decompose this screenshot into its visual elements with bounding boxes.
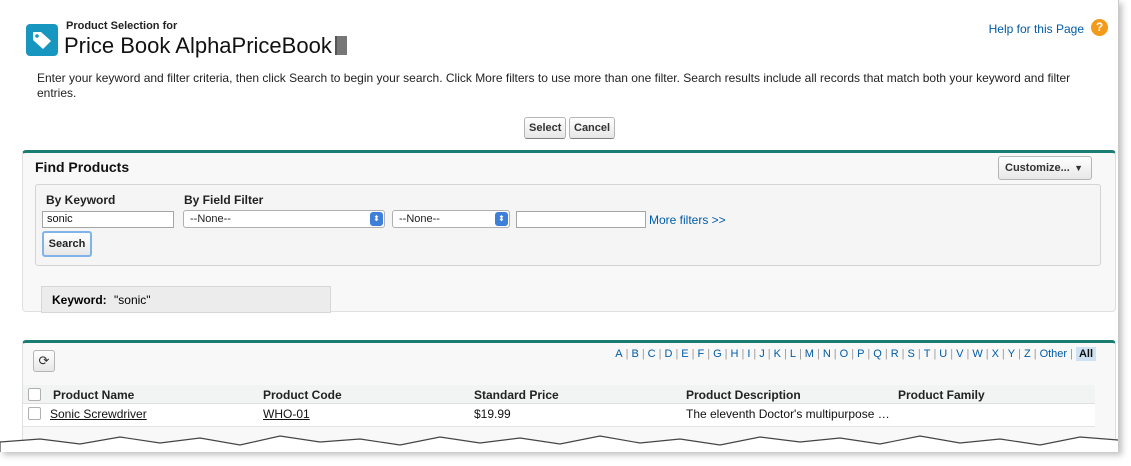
alpha-separator: | (675, 348, 679, 360)
table-header: Product Name Product Code Standard Price… (23, 385, 1095, 404)
alpha-separator: | (767, 348, 771, 360)
alpha-filter-e[interactable]: E (681, 348, 688, 360)
alpha-filter-x[interactable]: X (992, 348, 999, 360)
customize-button[interactable]: Customize... ▼ (998, 156, 1092, 180)
alpha-filter-n[interactable]: N (823, 348, 831, 360)
column-header[interactable]: Product Description (686, 388, 801, 402)
page: Product Selection for Price Book AlphaPr… (0, 0, 1119, 452)
alpha-filter-c[interactable]: C (648, 348, 656, 360)
alpha-separator: | (816, 348, 820, 360)
alpha-filter-j[interactable]: J (759, 348, 765, 360)
instructions-text: Enter your keyword and filter criteria, … (37, 71, 1071, 100)
alpha-separator: | (1001, 348, 1005, 360)
alpha-separator: | (884, 348, 888, 360)
alpha-separator: | (851, 348, 855, 360)
alpha-filter-l[interactable]: L (790, 348, 796, 360)
field-select[interactable]: --None-- ⬍ (183, 210, 385, 228)
alpha-filter-i[interactable]: I (747, 348, 750, 360)
alpha-filter-v[interactable]: V (956, 348, 963, 360)
help-icon[interactable]: ? (1091, 19, 1108, 36)
alpha-separator: | (833, 348, 837, 360)
filter-value-input[interactable] (516, 211, 646, 228)
alpha-separator: | (867, 348, 871, 360)
alpha-separator: | (1018, 348, 1021, 360)
text-cursor (334, 36, 347, 55)
more-filters-link[interactable]: More filters >> (649, 213, 726, 227)
alpha-filter-all[interactable]: All (1075, 347, 1096, 361)
alpha-filter-g[interactable]: G (713, 348, 722, 360)
alpha-filter-z[interactable]: Z (1024, 348, 1031, 360)
column-header[interactable]: Product Family (898, 388, 985, 402)
alpha-separator: | (933, 348, 937, 360)
page-title: Price Book AlphaPriceBook (64, 33, 347, 59)
customize-label: Customize... (1005, 162, 1070, 174)
help-link[interactable]: Help for this Page (989, 22, 1084, 36)
keyword-input[interactable]: sonic (42, 211, 174, 228)
operator-select-value: --None-- (399, 213, 440, 225)
alpha-filter-k[interactable]: K (774, 348, 781, 360)
keyword-summary-label: Keyword: (52, 293, 107, 307)
alpha-separator: | (641, 348, 645, 360)
alpha-separator: | (901, 348, 905, 360)
find-products-title: Find Products (35, 159, 130, 175)
alpha-filter-a[interactable]: A (615, 348, 622, 360)
page-subtitle: Product Selection for (66, 20, 178, 32)
alpha-separator: | (1070, 348, 1073, 360)
alpha-separator: | (950, 348, 954, 360)
cancel-button[interactable]: Cancel (569, 117, 616, 139)
column-header[interactable]: Standard Price (474, 388, 559, 402)
page-title-text: Price Book AlphaPriceBook (64, 33, 332, 58)
alpha-separator: | (783, 348, 787, 360)
torn-edge (0, 435, 1118, 452)
column-header[interactable]: Product Code (263, 388, 342, 402)
alpha-filter-other[interactable]: Other (1040, 348, 1068, 360)
select-all-checkbox[interactable] (28, 388, 41, 401)
operator-select[interactable]: --None-- ⬍ (392, 210, 510, 228)
select-button[interactable]: Select (524, 117, 567, 139)
price-tag-icon (26, 24, 58, 56)
alphabet-filter: A | B | C | D | E | F | G | H | I | J | K | L | M | N | O | P | Q | R | S | T |… (615, 347, 1096, 361)
updown-arrow-icon: ⬍ (370, 212, 383, 226)
chevron-down-icon: ▼ (1074, 163, 1083, 173)
by-keyword-label: By Keyword (46, 193, 116, 207)
updown-arrow-icon: ⬍ (495, 212, 508, 226)
alpha-separator: | (658, 348, 662, 360)
alpha-filter-f[interactable]: F (698, 348, 705, 360)
keyword-summary: Keyword: "sonic" (41, 286, 331, 313)
alpha-separator: | (917, 348, 921, 360)
refresh-icon[interactable]: ⟳ (33, 350, 55, 372)
alpha-filter-b[interactable]: B (631, 348, 638, 360)
alpha-filter-w[interactable]: W (972, 348, 982, 360)
alpha-filter-y[interactable]: Y (1008, 348, 1015, 360)
alpha-filter-q[interactable]: Q (873, 348, 882, 360)
keyword-summary-value: "sonic" (114, 293, 151, 307)
field-select-value: --None-- (190, 213, 231, 225)
alpha-filter-t[interactable]: T (924, 348, 931, 360)
alpha-filter-p[interactable]: P (857, 348, 864, 360)
alpha-separator: | (753, 348, 757, 360)
alpha-filter-m[interactable]: M (805, 348, 814, 360)
search-button[interactable]: Search (42, 231, 92, 257)
alpha-separator: | (741, 348, 745, 360)
alpha-separator: | (798, 348, 802, 360)
alpha-separator: | (985, 348, 989, 360)
alpha-separator: | (691, 348, 695, 360)
alpha-separator: | (966, 348, 970, 360)
alpha-separator: | (625, 348, 629, 360)
alpha-filter-d[interactable]: D (664, 348, 672, 360)
alpha-filter-o[interactable]: O (840, 348, 849, 360)
column-header[interactable]: Product Name (53, 388, 134, 402)
by-field-filter-label: By Field Filter (184, 193, 264, 207)
alpha-separator: | (724, 348, 728, 360)
alpha-filter-h[interactable]: H (731, 348, 739, 360)
alpha-filter-r[interactable]: R (891, 348, 899, 360)
alpha-filter-s[interactable]: S (908, 348, 915, 360)
alpha-separator: | (1033, 348, 1037, 360)
alpha-separator: | (707, 348, 711, 360)
alpha-filter-u[interactable]: U (939, 348, 947, 360)
